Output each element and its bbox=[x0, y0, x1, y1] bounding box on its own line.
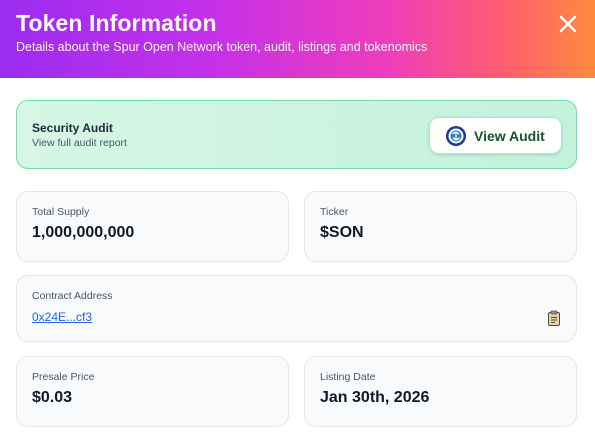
ticker-label: Ticker bbox=[320, 206, 349, 218]
ticker-card: Ticker $SON bbox=[304, 191, 577, 262]
contract-address-label: Contract Address bbox=[32, 290, 113, 302]
listing-date-card: Listing Date Jan 30th, 2026 bbox=[304, 356, 577, 427]
total-supply-card: Total Supply 1,000,000,000 bbox=[16, 191, 289, 262]
total-supply-value: 1,000,000,000 bbox=[32, 224, 135, 241]
close-button[interactable] bbox=[556, 12, 580, 36]
security-audit-title: Security Audit bbox=[32, 121, 113, 135]
presale-price-label: Presale Price bbox=[32, 371, 95, 383]
modal-header: Token Information Details about the Spur… bbox=[0, 0, 595, 78]
audit-badge-icon bbox=[446, 126, 466, 146]
close-icon bbox=[559, 15, 577, 33]
total-supply-label: Total Supply bbox=[32, 206, 90, 218]
contract-address-link[interactable]: 0x24E...cf3 bbox=[32, 310, 92, 324]
clipboard-icon bbox=[548, 310, 560, 326]
presale-price-value: $0.03 bbox=[32, 389, 73, 406]
presale-price-card: Presale Price $0.03 bbox=[16, 356, 289, 427]
view-audit-label: View Audit bbox=[474, 128, 545, 144]
listing-date-label: Listing Date bbox=[320, 371, 376, 383]
security-audit-card: Security Audit View full audit report Vi… bbox=[16, 100, 577, 169]
token-information-modal: Token Information Details about the Spur… bbox=[0, 0, 595, 436]
copy-address-button[interactable] bbox=[547, 310, 561, 326]
security-audit-subtitle: View full audit report bbox=[32, 137, 127, 149]
listing-date-value: Jan 30th, 2026 bbox=[320, 389, 430, 406]
contract-address-card: Contract Address 0x24E...cf3 bbox=[16, 275, 577, 342]
view-audit-button[interactable]: View Audit bbox=[429, 117, 562, 154]
modal-subtitle: Details about the Spur Open Network toke… bbox=[16, 40, 428, 54]
ticker-value: $SON bbox=[320, 224, 364, 241]
modal-title: Token Information bbox=[16, 10, 217, 36]
